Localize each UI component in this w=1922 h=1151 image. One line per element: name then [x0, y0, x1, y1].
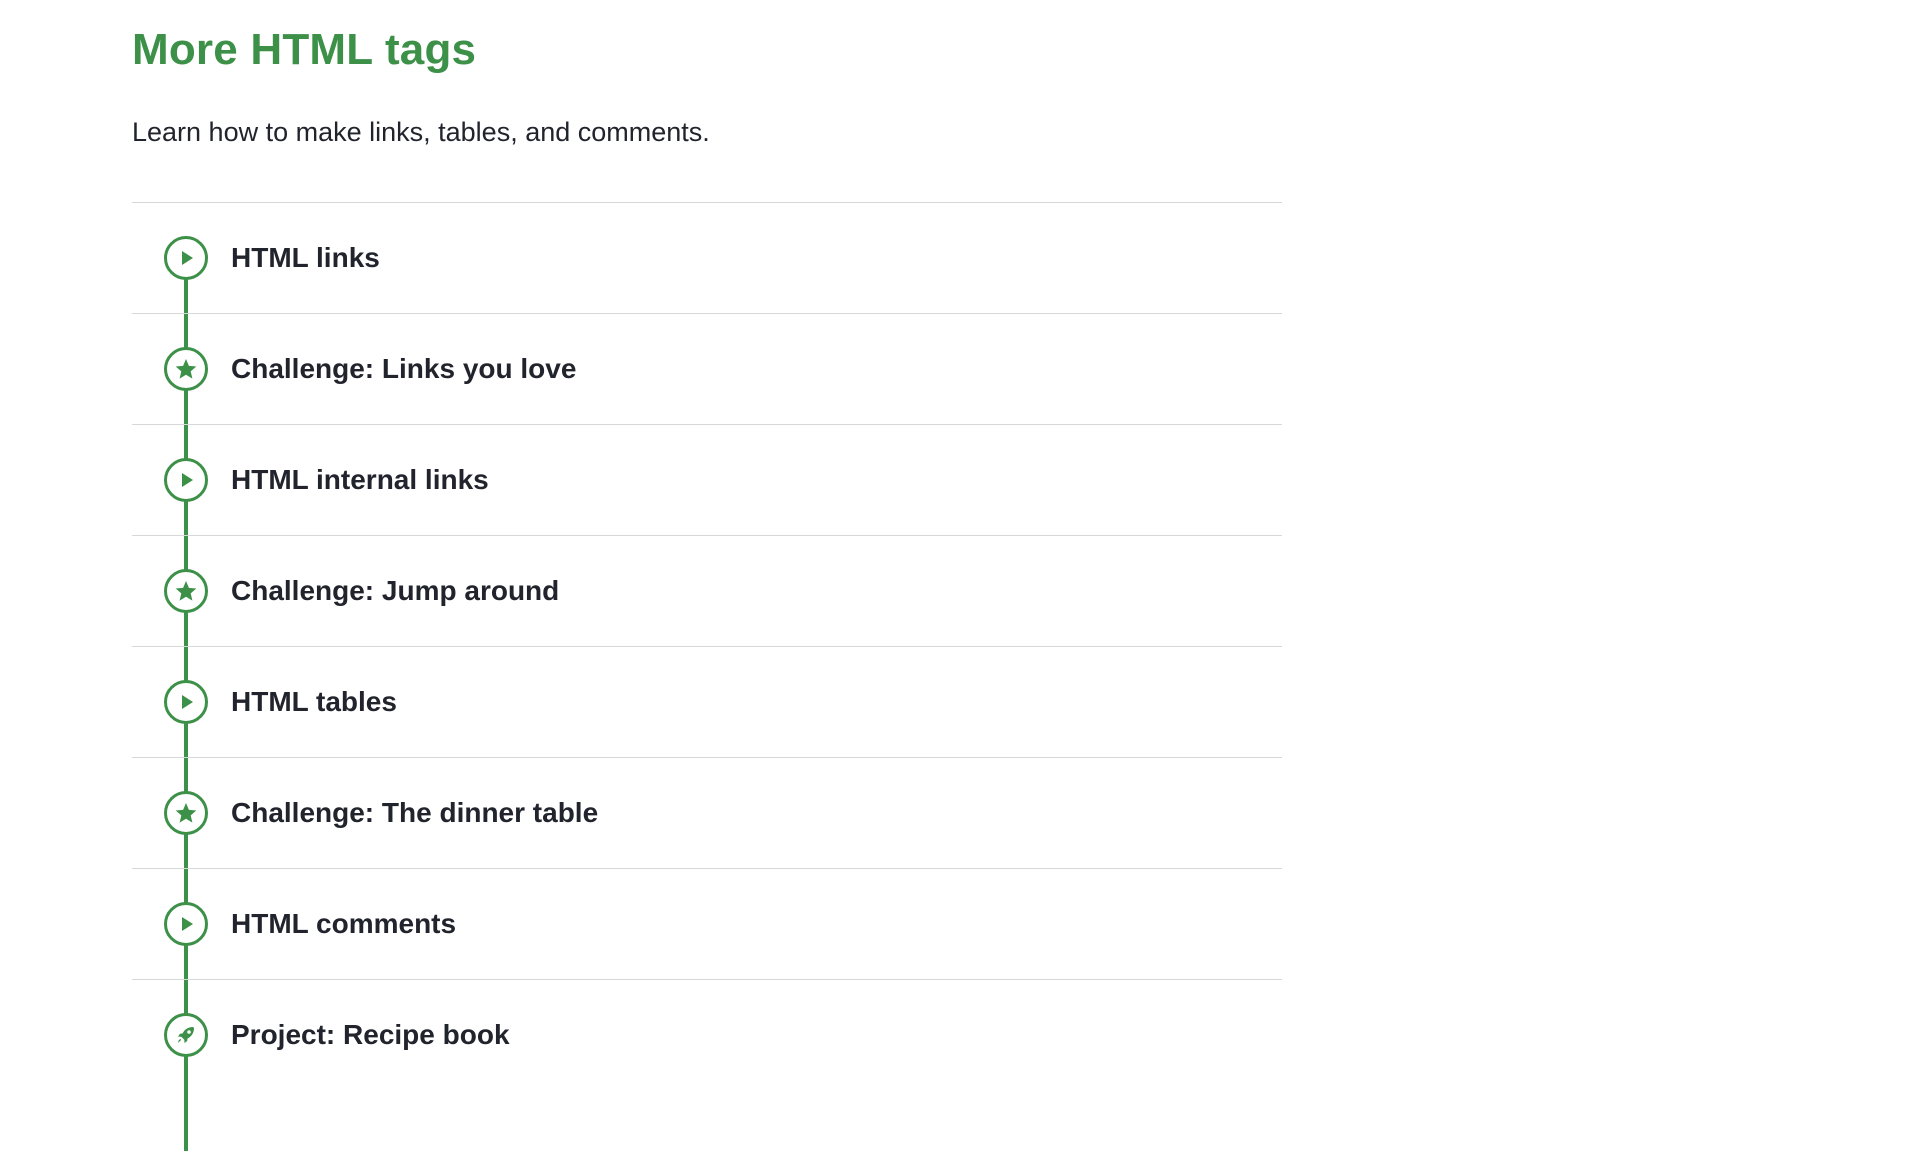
lesson-label: HTML tables [231, 686, 397, 717]
play-icon [164, 236, 208, 280]
lesson-label: Challenge: Links you love [231, 353, 577, 384]
lesson-label: Challenge: The dinner table [231, 797, 599, 828]
star-icon [164, 569, 208, 613]
lesson-item-html-comments[interactable]: HTML comments [132, 869, 1282, 980]
lesson-list: HTML links Challenge: Links you love HTM… [132, 202, 1282, 1151]
rocket-icon [164, 1013, 208, 1057]
lesson-label: HTML comments [231, 908, 457, 939]
lesson-label: Challenge: Jump around [231, 575, 560, 606]
lesson-item-project-recipe-book[interactable]: Project: Recipe book [132, 980, 1282, 1090]
lesson-label: HTML links [231, 242, 380, 273]
unit-description: Learn how to make links, tables, and com… [132, 117, 710, 147]
play-icon [164, 458, 208, 502]
lesson-item-challenge-links-you-love[interactable]: Challenge: Links you love [132, 314, 1282, 425]
star-icon [164, 791, 208, 835]
lesson-label: HTML internal links [231, 464, 489, 495]
lesson-item-challenge-the-dinner-table[interactable]: Challenge: The dinner table [132, 758, 1282, 869]
lesson-label: Project: Recipe book [231, 1019, 510, 1050]
play-icon [164, 680, 208, 724]
lesson-item-html-internal-links[interactable]: HTML internal links [132, 425, 1282, 536]
play-icon [164, 902, 208, 946]
unit-title: More HTML tags [132, 25, 477, 74]
lesson-item-html-tables[interactable]: HTML tables [132, 647, 1282, 758]
lesson-item-challenge-jump-around[interactable]: Challenge: Jump around [132, 536, 1282, 647]
lesson-item-html-links[interactable]: HTML links [132, 203, 1282, 314]
star-icon [164, 347, 208, 391]
